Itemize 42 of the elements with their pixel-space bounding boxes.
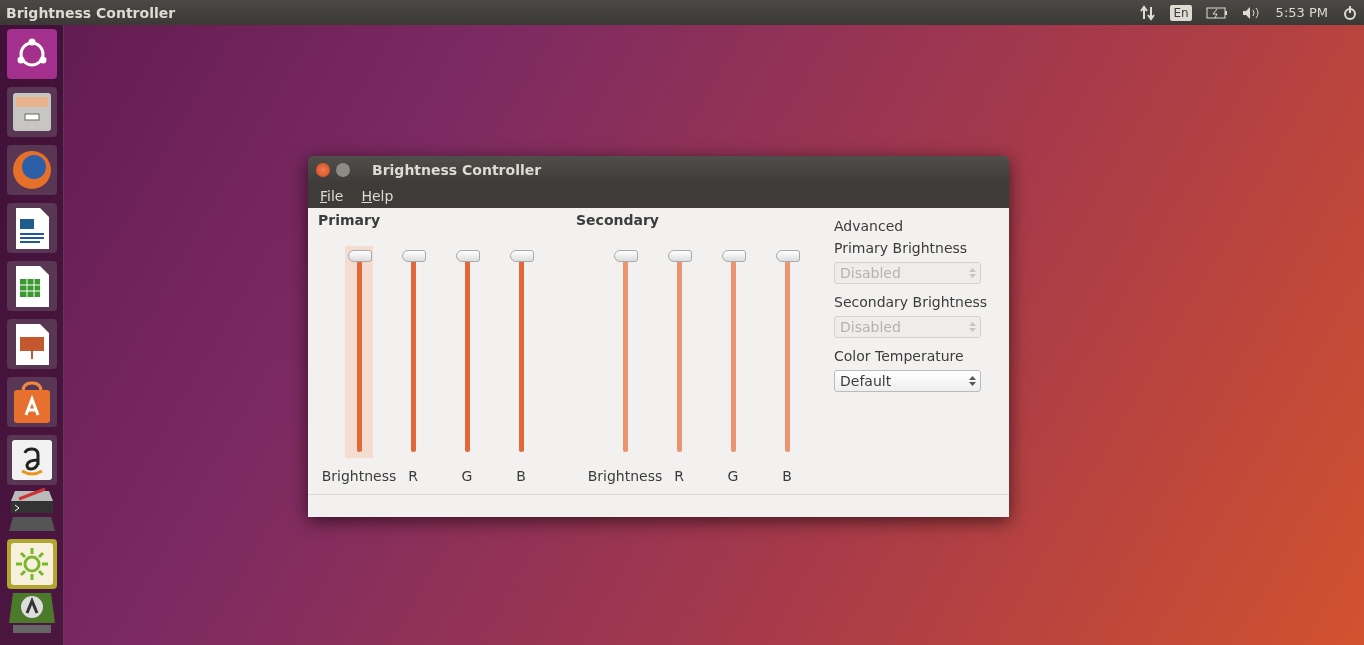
file-cabinet-icon[interactable] xyxy=(6,87,57,137)
letter-a-icon[interactable] xyxy=(6,435,57,485)
group-heading: Primary xyxy=(318,212,382,228)
slider-label: Brightness xyxy=(587,468,663,484)
slider-handle[interactable] xyxy=(509,250,534,262)
battery-icon[interactable] xyxy=(1205,6,1228,19)
slider-label: R xyxy=(674,468,684,484)
spinner-arrows-icon xyxy=(969,267,976,279)
group-heading: Secondary xyxy=(576,212,660,228)
volume-icon[interactable] xyxy=(1241,5,1262,20)
slider-handle[interactable] xyxy=(455,250,480,262)
field-label: Color Temperature xyxy=(834,348,965,364)
slider-label: B xyxy=(782,468,792,484)
close-button[interactable] xyxy=(316,163,330,177)
sun-icon[interactable] xyxy=(6,539,57,589)
slider-label: B xyxy=(516,468,526,484)
slider-label: R xyxy=(408,468,418,484)
dropdown[interactable]: Default xyxy=(834,370,981,392)
spreadsheet-icon[interactable] xyxy=(6,261,57,311)
presentation-icon[interactable] xyxy=(6,319,57,369)
spinner-arrows-icon xyxy=(969,321,976,333)
slider-label: G xyxy=(461,468,473,484)
vertical-slider[interactable] xyxy=(345,246,373,458)
keyboard-layout-indicator[interactable]: En xyxy=(1170,4,1192,21)
document-icon[interactable] xyxy=(6,203,57,253)
spinner-arrows-icon xyxy=(969,375,976,387)
section-heading: Advanced xyxy=(834,218,905,234)
globe-icon[interactable] xyxy=(6,145,57,195)
field-label: Primary Brightness xyxy=(834,240,969,256)
window-title: Brightness Controller xyxy=(372,162,542,178)
menu-item[interactable]: Help xyxy=(361,188,394,204)
menu-item[interactable]: File xyxy=(320,188,344,204)
slider-handle[interactable] xyxy=(347,250,372,262)
slider-handle[interactable] xyxy=(401,250,426,262)
dash-logo-icon[interactable] xyxy=(6,29,57,79)
clock[interactable]: 5:53 PM xyxy=(1275,5,1328,20)
shopping-bag-icon[interactable] xyxy=(6,377,57,427)
slider-label: Brightness xyxy=(321,468,397,484)
network-arrows-icon[interactable] xyxy=(1140,4,1157,21)
minimize-button[interactable] xyxy=(336,163,350,177)
slider-label: G xyxy=(727,468,739,484)
app-title: Brightness Controller xyxy=(6,4,176,21)
